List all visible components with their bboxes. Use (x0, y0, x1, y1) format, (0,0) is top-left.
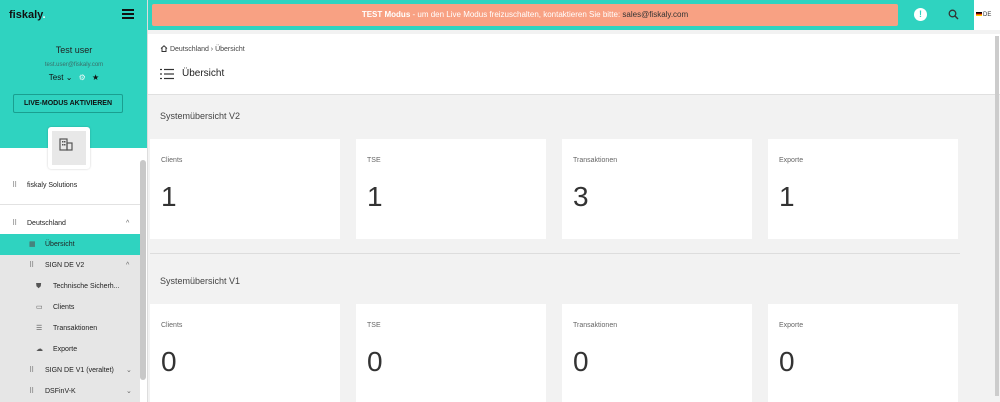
test-mode-banner: TEST Modus - um den Live Modus freizusch… (152, 4, 898, 26)
grid-icon: ⠿ (12, 220, 18, 227)
section-title-v1: Systemübersicht V1 (160, 276, 241, 286)
stat-label: Exporte (779, 157, 804, 164)
flag-icon (976, 12, 982, 17)
user-name: Test user (55, 45, 93, 55)
stat-value: 1 (161, 181, 177, 212)
sidebar-item-transaktionen[interactable]: ☰ Transaktionen (0, 318, 140, 339)
logo-text: fiskaly (9, 9, 43, 21)
dashboard-icon: ▦ (29, 241, 36, 248)
stat-value: 0 (779, 346, 795, 377)
stat-value: 0 (573, 346, 589, 377)
org-switcher[interactable]: Test ⌄ ⚙ ★ (0, 73, 147, 82)
sidebar-item-label: Technische Sicherh... (53, 283, 120, 290)
stat-card-clients-v2[interactable]: Clients 1 (150, 139, 340, 239)
sidebar-item-uebersicht[interactable]: ▦ Übersicht (0, 234, 140, 255)
search-icon[interactable] (948, 9, 959, 20)
chevron-up-icon: ^ (126, 262, 130, 269)
sidebar-item-sign-de-v2[interactable]: ⠿ SIGN DE V2 ^ (0, 255, 140, 276)
logo[interactable]: fiskaly. (9, 9, 46, 21)
chevron-down-icon: ⌄ (65, 73, 73, 82)
sidebar-item-label: Deutschland (27, 220, 66, 227)
sidebar-item-dsfinvk[interactable]: ⠿ DSFinV-K ⌄ (0, 381, 140, 402)
grid-icon: ⠿ (29, 367, 35, 374)
grid-icon: ⠿ (29, 262, 35, 269)
stat-label: TSE (367, 322, 381, 329)
stat-value: 1 (779, 181, 795, 212)
stat-card-exporte-v2[interactable]: Exporte 1 (768, 139, 958, 239)
grid-icon: ⠿ (29, 388, 35, 395)
stat-value: 3 (573, 181, 589, 212)
sidebar-item-label: Clients (53, 304, 75, 311)
banner-text: - um den Live Modus freizuschalten, kont… (410, 10, 623, 19)
org-avatar (48, 127, 90, 169)
star-icon[interactable]: ★ (92, 73, 99, 82)
stat-card-tse-v1[interactable]: TSE 0 (356, 304, 546, 402)
stat-label: TSE (367, 157, 381, 164)
section-divider (150, 253, 960, 254)
chevron-down-icon: ⌄ (126, 367, 132, 374)
stat-card-transaktionen-v2[interactable]: Transaktionen 3 (562, 139, 752, 239)
list-icon (160, 68, 174, 80)
logo-dot: . (42, 9, 46, 21)
chevron-down-icon: ⌄ (126, 388, 132, 395)
sidebar-item-label: SIGN DE V1 (veraltet) (45, 367, 114, 374)
stat-label: Transaktionen (573, 157, 618, 164)
grid-icon: ⠿ (12, 182, 18, 189)
sidebar-item-label: Transaktionen (53, 325, 98, 332)
stat-card-transaktionen-v1[interactable]: Transaktionen 0 (562, 304, 752, 402)
breadcrumb-text: Deutschland › Übersicht (169, 46, 245, 53)
stat-label: Exporte (779, 322, 804, 329)
sidebar-item-clients[interactable]: ▭ Clients (0, 297, 140, 318)
list-icon: ☰ (36, 325, 43, 332)
sidebar-header: fiskaly. Test user test.user@fiskaly.com… (0, 0, 147, 148)
stat-value: 0 (161, 346, 177, 377)
gear-icon[interactable]: ⚙ (79, 73, 86, 82)
org-label: Test (48, 73, 64, 82)
sidebar-item-sign-de-v1[interactable]: ⠿ SIGN DE V1 (veraltet) ⌄ (0, 360, 140, 381)
user-email: test.user@fiskaly.com (44, 62, 104, 68)
cloud-icon: ☁ (36, 346, 43, 353)
shield-icon: ⛊ (36, 283, 42, 290)
chevron-up-icon: ^ (126, 220, 130, 227)
sidebar-item-label: Exporte (53, 346, 78, 353)
banner-mode: TEST Modus (361, 10, 411, 19)
stat-card-clients-v1[interactable]: Clients 0 (150, 304, 340, 402)
sidebar-item-label: fiskaly Solutions (27, 182, 78, 189)
breadcrumb[interactable]: Deutschland › Übersicht (160, 45, 245, 53)
main-scrollbar[interactable] (995, 36, 999, 396)
hamburger-icon[interactable] (122, 9, 134, 19)
sidebar-item-label: Übersicht (45, 241, 75, 248)
sidebar-item-exporte[interactable]: ☁ Exporte (0, 339, 140, 360)
sidebar-item-label: SIGN DE V2 (45, 262, 85, 269)
sidebar-scrollbar[interactable] (140, 160, 146, 380)
stat-value: 1 (367, 181, 383, 212)
sidebar-item-org[interactable]: ⠿ fiskaly Solutions (0, 175, 140, 196)
banner-email[interactable]: sales@fiskaly.com (622, 10, 688, 19)
sidebar: fiskaly. Test user test.user@fiskaly.com… (0, 0, 148, 402)
language-selector[interactable]: DE (974, 0, 1000, 30)
sidebar-item-tse[interactable]: ⛊ Technische Sicherh... (0, 276, 140, 297)
stat-value: 0 (367, 346, 383, 377)
home-icon[interactable] (160, 45, 168, 52)
devices-icon: ▭ (36, 304, 43, 311)
stat-label: Transaktionen (573, 322, 618, 329)
stat-card-tse-v2[interactable]: TSE 1 (356, 139, 546, 239)
stat-label: Clients (161, 322, 183, 329)
section-title-v2: Systemübersicht V2 (160, 111, 241, 121)
alert-icon[interactable]: ! (914, 8, 927, 21)
stat-card-exporte-v1[interactable]: Exporte 0 (768, 304, 958, 402)
language-label: DE (983, 12, 992, 18)
topbar: TEST Modus - um den Live Modus freizusch… (148, 0, 1000, 30)
stat-label: Clients (161, 157, 183, 164)
sidebar-item-deutschland[interactable]: ⠿ Deutschland ^ (0, 213, 140, 234)
page-header: Deutschland › Übersicht Übersicht (148, 34, 1000, 95)
page-title: Übersicht (182, 68, 225, 79)
live-mode-button[interactable]: LIVE-MODUS AKTIVIEREN (13, 94, 123, 113)
building-icon (59, 138, 73, 151)
sidebar-item-label: DSFinV-K (45, 388, 76, 395)
